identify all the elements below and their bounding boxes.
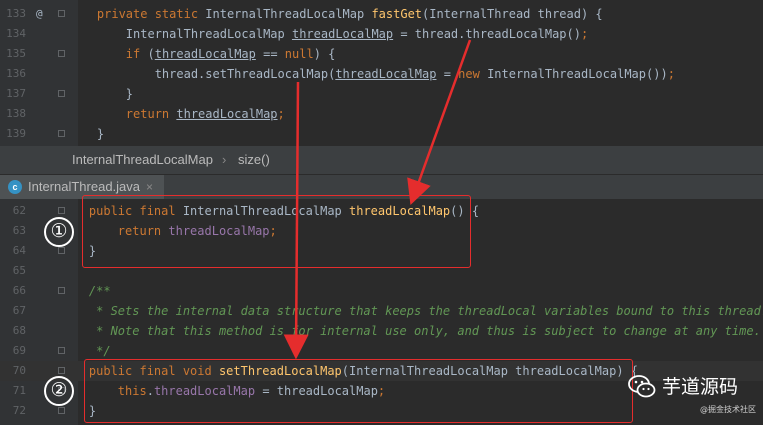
- arrow-to-setter: [283, 81, 309, 360]
- annotation-arrows: [283, 39, 472, 360]
- watermark: 芋道源码 @掘金技术社区: [628, 372, 763, 425]
- watermark-subtitle: @掘金技术社区: [700, 405, 756, 414]
- watermark-title: 芋道源码: [662, 376, 739, 398]
- arrow-to-getter: [407, 39, 472, 206]
- wechat-icon: [628, 375, 656, 398]
